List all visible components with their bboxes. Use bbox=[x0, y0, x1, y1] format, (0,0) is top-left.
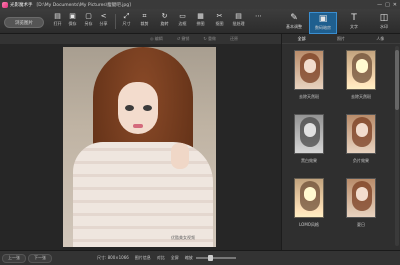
more-icon: ⋯ bbox=[255, 12, 262, 20]
tab-basic-adjust-label: 基本调整 bbox=[286, 24, 302, 29]
prev-image-button[interactable]: 上一张 bbox=[2, 253, 26, 263]
effect-label: 负片效果 bbox=[353, 158, 369, 163]
toolbar-resize-label: 尺寸 bbox=[122, 21, 131, 26]
effect-label: LOMO风格 bbox=[299, 222, 319, 227]
file-path: [D:\My Documents\My Pictures\瘦腿吧.jpg] bbox=[36, 2, 131, 8]
compare-button[interactable]: 对比 bbox=[157, 255, 165, 261]
tab-text-label: 文字 bbox=[350, 24, 358, 29]
edit-subbar: ◎ 编辑 ↺ 撤销 ↻ 重做 还原 bbox=[0, 34, 281, 44]
toolbar-share-button[interactable]: < 分享 bbox=[95, 12, 112, 32]
effect-label: 黑白效果 bbox=[301, 158, 317, 163]
effect-thumb[interactable] bbox=[294, 178, 324, 218]
tab-watermark[interactable]: ◫ 水印 bbox=[370, 12, 398, 34]
tab-text[interactable]: T 文字 bbox=[340, 12, 368, 34]
border-icon: ▭ bbox=[179, 12, 186, 20]
category-photo[interactable]: 照片 bbox=[337, 36, 345, 42]
app-name: 光影魔术手 bbox=[10, 2, 33, 8]
category-all[interactable]: 全部 bbox=[298, 36, 306, 42]
minimize-button[interactable]: — bbox=[377, 2, 382, 8]
collage-icon: ▦ bbox=[197, 12, 204, 20]
toolbar-open-label: 打开 bbox=[53, 21, 62, 26]
zoom-slider-knob[interactable] bbox=[207, 255, 213, 261]
image-info-button[interactable]: 图片信息 bbox=[135, 255, 151, 261]
photo-watermark: 优酷美女视频 bbox=[171, 235, 195, 240]
fullscreen-button[interactable]: 全屏 bbox=[171, 255, 179, 261]
image-canvas[interactable]: 优酷美女视频 bbox=[0, 44, 281, 250]
toolbar-crop-button[interactable]: ⌗ 裁剪 bbox=[136, 12, 153, 32]
tab-digital-darkroom-label: 数码暗房 bbox=[315, 25, 331, 30]
close-button[interactable]: ✕ bbox=[393, 2, 397, 8]
toolbar-save-as-label: 另存 bbox=[84, 21, 93, 26]
toolbar-rotate-button[interactable]: ↻ 旋转 bbox=[156, 12, 173, 32]
panel-scrollbar[interactable] bbox=[395, 46, 399, 246]
toolbar-collage-label: 拼图 bbox=[196, 21, 205, 26]
share-icon: < bbox=[100, 12, 107, 20]
resize-icon: ⤢ bbox=[123, 12, 130, 20]
toolbar-border-label: 边框 bbox=[178, 21, 187, 26]
restore-button[interactable]: 还原 bbox=[230, 36, 238, 42]
effect-thumb[interactable] bbox=[346, 178, 376, 218]
toolbar-batch-label: 批处理 bbox=[232, 21, 245, 26]
toolbar-divider bbox=[115, 14, 116, 29]
toolbar-collage-button[interactable]: ▦ 拼图 bbox=[192, 12, 209, 32]
open-icon: ▤ bbox=[54, 12, 61, 20]
effect-label: 夏日 bbox=[357, 222, 365, 227]
toolbar-batch-button[interactable]: ▤ 批处理 bbox=[230, 12, 247, 32]
status-bar: 上一张 下一张 尺寸: 800×1066 图片信息 对比 全屏 缩放 bbox=[0, 250, 400, 265]
toolbar-cutout-label: 抠图 bbox=[215, 21, 224, 26]
zoom-label: 缩放 bbox=[184, 255, 193, 260]
edit-button[interactable]: ◎ 编辑 bbox=[150, 36, 163, 42]
toolbar-share-label: 分享 bbox=[99, 21, 108, 26]
camera-icon: ▣ bbox=[318, 14, 328, 24]
save-icon: ▣ bbox=[69, 12, 76, 20]
effect-thumb[interactable] bbox=[346, 50, 376, 90]
app-logo-icon bbox=[2, 1, 8, 8]
toolbar-rotate-label: 旋转 bbox=[160, 21, 169, 26]
undo-button[interactable]: ↺ 撤销 bbox=[177, 36, 190, 42]
next-image-button[interactable]: 下一张 bbox=[28, 253, 52, 263]
browse-images-button[interactable]: 浏览图片 bbox=[4, 17, 44, 28]
effect-label: 去除天然斑 bbox=[299, 94, 319, 99]
maximize-button[interactable]: □ bbox=[385, 2, 390, 8]
photo-preview: 优酷美女视频 bbox=[63, 47, 216, 247]
effect-thumb[interactable] bbox=[294, 114, 324, 154]
toolbar-save-label: 保存 bbox=[68, 21, 77, 26]
cutout-icon: ✂ bbox=[216, 12, 223, 20]
batch-icon: ▤ bbox=[235, 12, 242, 20]
effect-categories: 全部 照片 人像 bbox=[282, 34, 400, 44]
save-as-icon: ▢ bbox=[85, 12, 92, 20]
rotate-icon: ↻ bbox=[161, 12, 168, 20]
tab-digital-darkroom[interactable]: ▣ 数码暗房 bbox=[309, 12, 337, 34]
category-portrait[interactable]: 人像 bbox=[376, 36, 384, 42]
toolbar-cutout-button[interactable]: ✂ 抠图 bbox=[211, 12, 228, 32]
effects-panel: 全部 照片 人像 去除天然斑 去除天然斑 黑白效果 负片效果 LOMO风格 夏日 bbox=[281, 34, 400, 250]
image-size: 尺寸: 800×1066 bbox=[97, 255, 129, 260]
effect-thumb[interactable] bbox=[294, 50, 324, 90]
zoom-slider[interactable] bbox=[195, 255, 236, 261]
effect-thumb[interactable] bbox=[346, 114, 376, 154]
toolbar-more-button[interactable]: ⋯ bbox=[250, 12, 267, 32]
tab-watermark-label: 水印 bbox=[380, 24, 388, 29]
title-bar: 光影魔术手 [D:\My Documents\My Pictures\瘦腿吧.j… bbox=[0, 0, 400, 9]
effect-label: 去除天然斑 bbox=[351, 94, 371, 99]
toolbar-border-button[interactable]: ▭ 边框 bbox=[174, 12, 191, 32]
watermark-icon: ◫ bbox=[379, 13, 389, 23]
toolbar-crop-label: 裁剪 bbox=[140, 21, 149, 26]
redo-button[interactable]: ↻ 重做 bbox=[203, 36, 216, 42]
text-icon: T bbox=[351, 13, 357, 23]
crop-icon: ⌗ bbox=[142, 12, 147, 20]
tab-basic-adjust[interactable]: ✎ 基本调整 bbox=[280, 12, 308, 34]
pencil-icon: ✎ bbox=[290, 13, 298, 23]
main-toolbar: 浏览图片 ▤ 打开 ▣ 保存 ▢ 另存 < 分享 ⤢ 尺寸 ⌗ 裁剪 ↻ 旋转 … bbox=[0, 9, 400, 34]
toolbar-resize-button[interactable]: ⤢ 尺寸 bbox=[118, 12, 135, 32]
toolbar-save-button[interactable]: ▣ 保存 bbox=[64, 12, 81, 32]
